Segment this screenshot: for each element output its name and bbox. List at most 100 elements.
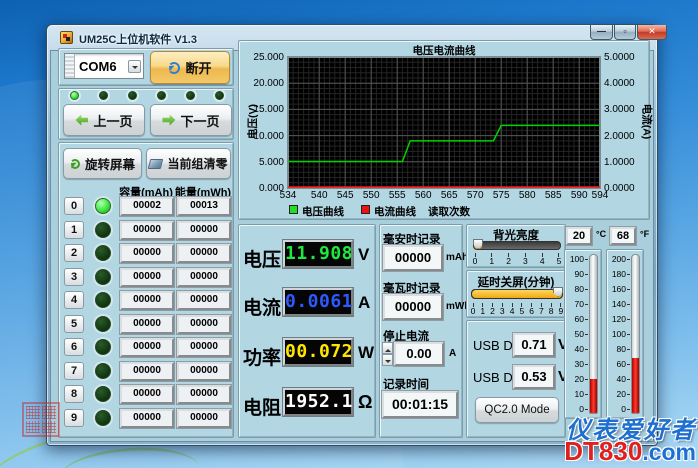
x-axis-label: 读取次数 <box>404 204 494 219</box>
thermo-tick <box>627 304 630 305</box>
usb-dminus-value: 0.53 <box>513 365 555 389</box>
thermo-tick <box>585 289 588 290</box>
screen-off-slider[interactable] <box>471 289 563 299</box>
x-tick: 555 <box>385 190 409 201</box>
stop-current-input[interactable]: 0.00 <box>394 342 444 366</box>
maximize-button[interactable]: ▫ <box>614 25 636 40</box>
scale-tick: 4 <box>538 253 546 266</box>
x-tick: 534 <box>276 190 300 201</box>
thermo-tick-label: 70 <box>567 300 584 309</box>
com-port-select[interactable]: COM6 <box>64 53 144 79</box>
group-energy-value: 00013 <box>177 197 231 216</box>
group-select-button[interactable]: 0 <box>64 197 84 215</box>
group-select-button[interactable]: 4 <box>64 291 84 309</box>
stop-current-increment-button[interactable] <box>382 342 393 354</box>
prev-page-button[interactable]: 上一页 <box>63 104 145 136</box>
scale-tick: 0 <box>471 253 479 266</box>
group-capacity-value: 00000 <box>120 385 174 404</box>
thermo-tick <box>627 334 630 335</box>
thermo-tick <box>585 409 588 410</box>
page-led <box>128 91 137 100</box>
stop-current-decrement-button[interactable] <box>382 354 393 366</box>
minimize-button[interactable]: — <box>590 25 613 40</box>
group-capacity-value: 00002 <box>120 197 174 216</box>
qc-mode-button[interactable]: QC2.0 Mode <box>475 397 559 423</box>
scale-tick: 2 <box>489 303 497 316</box>
close-button[interactable]: ✕ <box>637 25 667 40</box>
group-select-button[interactable]: 3 <box>64 268 84 286</box>
thermo-mercury <box>590 379 597 413</box>
com-port-value: COM6 <box>75 59 128 74</box>
group-led <box>95 363 111 379</box>
clear-icon <box>148 159 163 169</box>
scale-tick: 1 <box>479 303 487 316</box>
group-select-button[interactable]: 1 <box>64 221 84 239</box>
group-capacity-value: 00000 <box>120 268 174 287</box>
scale-tick: 5 <box>518 303 526 316</box>
usb-panel: USB D+ 0.71 V USB D- 0.53 V QC2.0 Mode <box>466 320 566 438</box>
x-tick: 585 <box>541 190 565 201</box>
watermark-suffix: .com <box>642 439 696 465</box>
chart-svg <box>288 57 600 188</box>
group-energy-value: 00000 <box>177 315 231 334</box>
voltage-unit: V <box>358 245 369 265</box>
chevron-down-icon[interactable] <box>128 60 141 73</box>
group-select-button[interactable]: 9 <box>64 409 84 427</box>
group-select-button[interactable]: 6 <box>64 338 84 356</box>
group-select-button[interactable]: 2 <box>64 244 84 262</box>
y-left-tick: 15.000 <box>242 104 284 115</box>
qc-mode-label: QC2.0 Mode <box>484 404 549 416</box>
group-capacity-value: 00000 <box>120 338 174 357</box>
rotate-icon <box>70 159 80 169</box>
mah-unit: mAh <box>446 252 468 263</box>
backlight-panel: 背光亮度 012345 <box>466 224 566 268</box>
disconnect-button[interactable]: 断开 <box>150 51 230 84</box>
scale-tick: 7 <box>537 303 545 316</box>
group-select-button[interactable]: 8 <box>64 385 84 403</box>
scale-tick: 8 <box>547 303 555 316</box>
thermo-tick <box>627 319 630 320</box>
thermo-tick-label: 180 <box>609 270 626 279</box>
site-watermark: 仪表爱好者 DT830.com <box>564 420 696 466</box>
rotate-screen-button[interactable]: 旋转屏幕 <box>63 148 142 179</box>
celsius-unit: °C <box>596 229 606 239</box>
watermark-brand: DT830 <box>564 436 642 466</box>
thermo-tick <box>585 364 588 365</box>
next-page-button[interactable]: 下一页 <box>150 104 232 136</box>
fahrenheit-unit: °F <box>640 229 649 239</box>
y-right-tick: 2.0000 <box>604 131 646 142</box>
usb-dplus-value: 0.71 <box>513 333 555 357</box>
y-left-tick: 20.000 <box>242 78 284 89</box>
mwh-record-value: 00000 <box>383 294 443 320</box>
thermo-tick <box>627 259 630 260</box>
thermo-tick-label: 60 <box>567 315 584 324</box>
screen-off-slider-fill <box>472 290 562 298</box>
thermo-tick <box>627 289 630 290</box>
group-select-button[interactable]: 7 <box>64 362 84 380</box>
group-capacity-value: 00000 <box>120 244 174 263</box>
power-label: 功率 <box>243 343 281 370</box>
group-led <box>95 222 111 238</box>
thermo-tick <box>627 409 630 410</box>
arrow-left-icon <box>75 115 88 126</box>
fahrenheit-value: 68 <box>610 227 636 245</box>
group-select-button[interactable]: 5 <box>64 315 84 333</box>
y-left-tick: 10.000 <box>242 131 284 142</box>
thermo-mercury <box>632 358 639 413</box>
scale-tick: 3 <box>498 303 506 316</box>
group-energy-value: 00000 <box>177 268 231 287</box>
desktop: UM25C上位机软件 V1.3 — ▫ ✕ COM6 断开 上一页 下一页 旋转… <box>0 0 698 468</box>
x-tick: 570 <box>463 190 487 201</box>
power-display: 00.072 <box>283 338 353 366</box>
group-energy-value: 00000 <box>177 291 231 310</box>
usb-dminus-label: USB D- <box>473 370 517 385</box>
chart-title: 电压电流曲线 <box>238 43 650 58</box>
clear-group-button[interactable]: 当前组清零 <box>146 148 231 179</box>
thermo-tick-label: 10 <box>567 390 584 399</box>
group-energy-value: 00000 <box>177 338 231 357</box>
backlight-slider[interactable] <box>473 241 561 250</box>
thermo-tick-label: 0 <box>609 405 626 414</box>
y-right-tick: 3.0000 <box>604 104 646 115</box>
record-time-value: 00:01:15 <box>382 391 458 418</box>
x-tick: 575 <box>489 190 513 201</box>
